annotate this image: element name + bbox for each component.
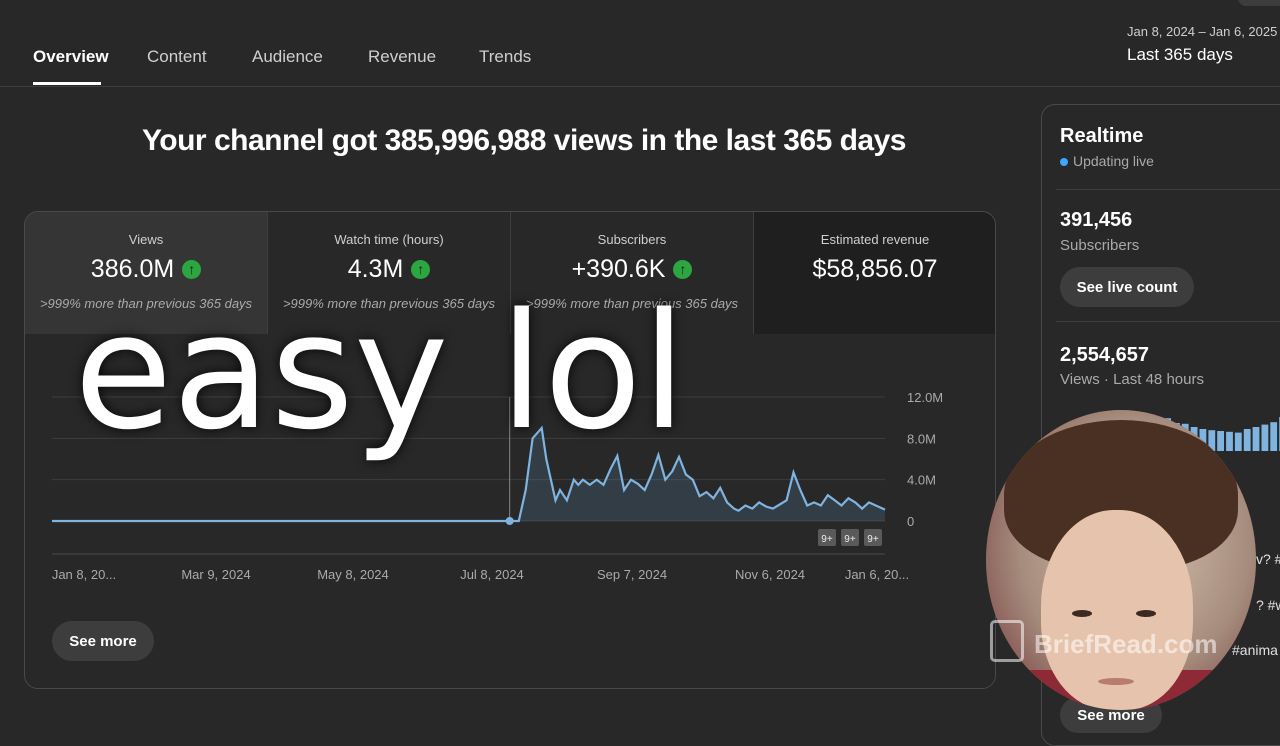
- annotation-badge-label: 9+: [867, 534, 879, 545]
- realtime-status-text: Updating live: [1073, 153, 1154, 169]
- divider: [1056, 321, 1280, 322]
- see-live-count-button[interactable]: See live count: [1060, 267, 1194, 307]
- tab-revenue[interactable]: Revenue: [368, 47, 436, 67]
- date-period-selector[interactable]: Last 365 days: [1127, 45, 1233, 65]
- live-dot-icon: [1060, 158, 1068, 166]
- top-tab-bar: Overview Content Audience Revenue Trends…: [0, 0, 1280, 87]
- channel-views-headline: Your channel got 385,996,988 views in th…: [142, 124, 906, 157]
- tab-trends[interactable]: Trends: [479, 47, 531, 67]
- realtime-views-label: Views · Last 48 hours: [1060, 371, 1204, 388]
- realtime-subscribers-label: Subscribers: [1060, 237, 1140, 254]
- y-tick-label: 12.0M: [907, 390, 943, 405]
- webcam-overlay: [986, 410, 1256, 710]
- tab-overview[interactable]: Overview: [33, 47, 109, 67]
- divider: [1056, 189, 1280, 190]
- tab-content[interactable]: Content: [147, 47, 207, 67]
- watermark: BriefRead.com: [990, 620, 1218, 662]
- realtime-subscribers-value: 391,456: [1060, 209, 1133, 231]
- x-tick-label: Jan 6, 20...: [845, 567, 909, 582]
- realtime-status: Updating live: [1060, 153, 1154, 169]
- tab-audience[interactable]: Audience: [252, 47, 323, 67]
- top-content-item[interactable]: ? #w: [1256, 597, 1280, 613]
- annotation-badge-label: 9+: [844, 534, 856, 545]
- x-tick-label: May 8, 2024: [317, 567, 389, 582]
- y-tick-label: 0: [907, 514, 914, 529]
- x-tick-label: Nov 6, 2024: [735, 567, 805, 582]
- document-icon: [990, 620, 1024, 662]
- person-mouth: [1098, 678, 1134, 685]
- x-tick-label: Sep 7, 2024: [597, 567, 667, 582]
- see-more-button[interactable]: See more: [52, 621, 154, 661]
- person-eye: [1072, 610, 1092, 617]
- x-tick-label: Jul 8, 2024: [460, 567, 524, 582]
- x-tick-label: Jan 8, 20...: [52, 567, 116, 582]
- x-tick-label: Mar 9, 2024: [181, 567, 250, 582]
- y-tick-label: 8.0M: [907, 431, 936, 446]
- active-tab-indicator: [33, 82, 101, 85]
- watermark-text: BriefRead.com: [1034, 629, 1218, 659]
- realtime-bar: [1270, 422, 1278, 451]
- person-eye: [1136, 610, 1156, 617]
- realtime-views-value: 2,554,657: [1060, 344, 1149, 366]
- realtime-title: Realtime: [1060, 125, 1144, 147]
- hover-marker-dot: [505, 517, 514, 525]
- date-range-text[interactable]: Jan 8, 2024 – Jan 6, 2025: [1127, 24, 1277, 39]
- y-tick-label: 4.0M: [907, 473, 936, 488]
- realtime-bar: [1261, 424, 1269, 451]
- annotation-badge-label: 9+: [821, 534, 833, 545]
- top-content-item[interactable]: v? #: [1256, 551, 1280, 567]
- overlay-caption: easy lol: [74, 278, 687, 465]
- top-right-button[interactable]: [1238, 0, 1280, 6]
